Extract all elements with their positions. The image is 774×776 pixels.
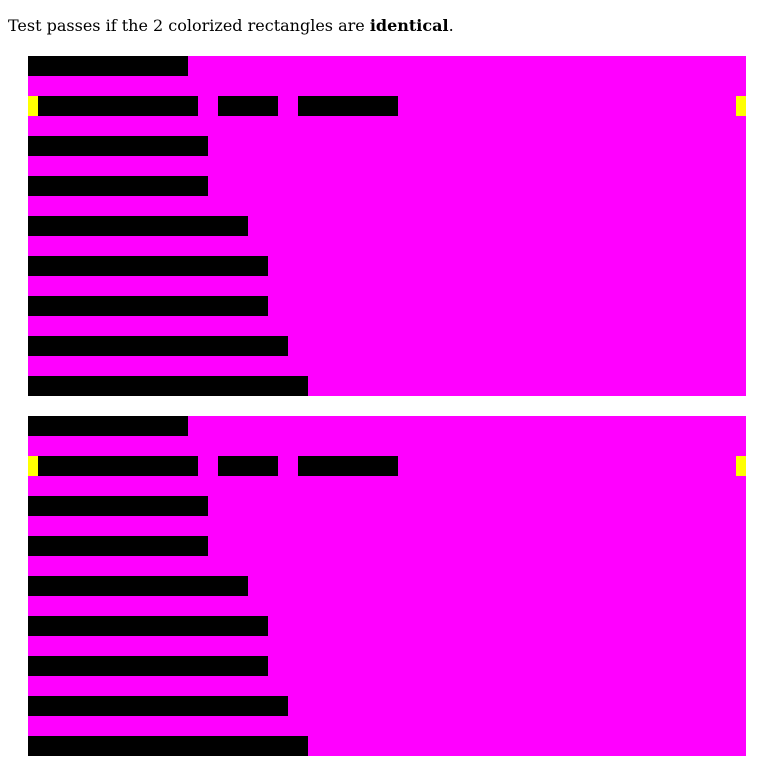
instruction-prefix: Test passes if the 2 colorized rectangle… [8, 16, 370, 35]
test-instruction: Test passes if the 2 colorized rectangle… [8, 14, 454, 38]
black-bar [28, 216, 248, 236]
black-bar [218, 456, 278, 476]
black-bar [28, 176, 208, 196]
black-bar [28, 696, 288, 716]
black-bar [28, 656, 268, 676]
black-bar [28, 136, 208, 156]
black-bar [38, 96, 198, 116]
yellow-marker-right [736, 96, 746, 116]
black-bar [28, 336, 288, 356]
black-bar [28, 376, 308, 396]
yellow-marker-right [736, 456, 746, 476]
black-bar [38, 456, 198, 476]
test-rectangle [28, 56, 746, 396]
instruction-suffix: . [448, 16, 454, 35]
black-bar [28, 736, 308, 756]
yellow-marker-left [28, 96, 38, 116]
reference-rectangle [28, 416, 746, 756]
instruction-emphasis: identical [369, 16, 449, 35]
black-bar [298, 96, 398, 116]
black-bar [28, 416, 188, 436]
black-bar [28, 616, 268, 636]
black-bar [28, 496, 208, 516]
black-bar [28, 256, 268, 276]
black-bar [28, 576, 248, 596]
black-bar [298, 456, 398, 476]
yellow-marker-left [28, 456, 38, 476]
black-bar [28, 536, 208, 556]
black-bar [218, 96, 278, 116]
black-bar [28, 56, 188, 76]
black-bar [28, 296, 268, 316]
